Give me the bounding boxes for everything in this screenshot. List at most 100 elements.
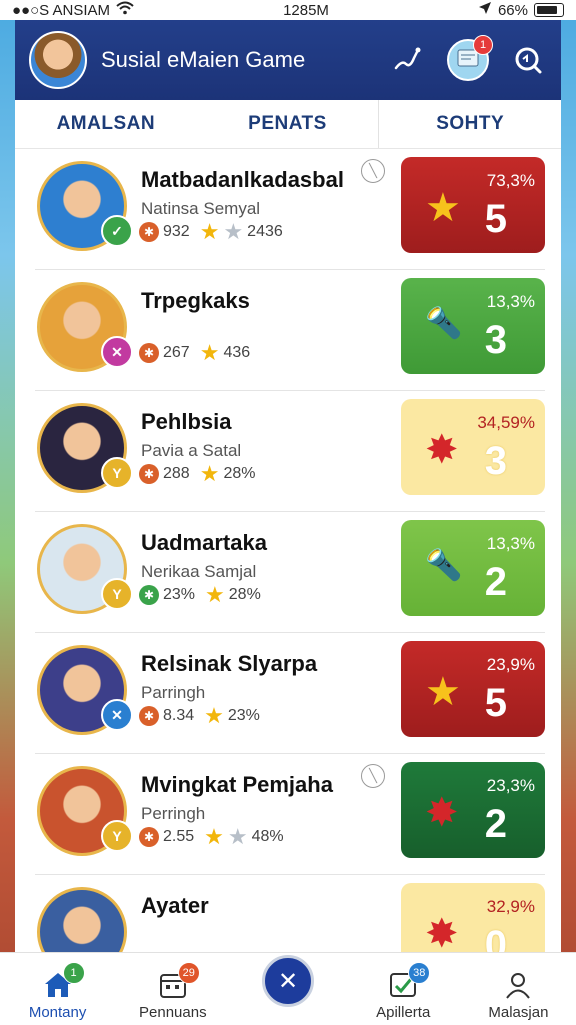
clock: 1285M xyxy=(283,1,329,19)
spike-icon: ✸ xyxy=(425,428,459,472)
player-portrait xyxy=(37,887,127,952)
score-card[interactable]: ✸ 34,59% 3 xyxy=(401,399,545,495)
score-card[interactable]: ★ 23,9% 5 xyxy=(401,641,545,737)
list-item[interactable]: Y Uadmartaka Nerikaa Samjal ✱ 23% ★ 28% 🔦 13,3% 2 xyxy=(35,512,545,633)
search-icon[interactable] xyxy=(509,41,547,79)
player-name: Matbadanlkadasbal xyxy=(141,167,344,192)
tab-sohty[interactable]: SOHTY xyxy=(378,100,561,148)
role-badge-icon: ✕ xyxy=(101,699,133,731)
close-button[interactable]: ✕ xyxy=(230,953,345,1025)
nav-item-pennuans[interactable]: 29 Pennuans xyxy=(115,953,230,1025)
player-stats: ✱ 932 ★ ★ 2436 xyxy=(139,221,283,243)
player-name: Uadmartaka xyxy=(141,530,267,555)
star-icon: ★ xyxy=(425,186,461,230)
nav-item-apillerta[interactable]: 38 Apillerta xyxy=(346,953,461,1025)
list-item[interactable]: ✕ Relsinak Slyarpa Parringh ✱ 8.34 ★ 23% ★ 23,9%… xyxy=(35,633,545,754)
player-stats: ✱ 2.55 ★ ★ 48% xyxy=(139,826,284,848)
attack-icon: ✱ xyxy=(139,343,159,363)
stat-value: 2436 xyxy=(247,223,283,240)
player-stats: ✱ 8.34 ★ 23% xyxy=(139,705,260,727)
nav-label: Apillerta xyxy=(376,1004,431,1021)
role-badge-icon: Y xyxy=(101,578,133,610)
stat-value: 23% xyxy=(163,586,196,603)
score-value: 5 xyxy=(484,197,507,241)
list-item[interactable]: Y Pehlbsia Pavia a Satal ✱ 288 ★ 28% ✸ 34,59% 3 xyxy=(35,391,545,512)
location-icon xyxy=(478,1,492,19)
player-name: Mvingkat Pemjaha xyxy=(141,772,333,797)
attack-icon: ✱ xyxy=(139,222,159,242)
torch-icon: 🔦 xyxy=(425,549,463,582)
score-value: 2 xyxy=(484,802,507,846)
nav-badge: 1 xyxy=(62,962,85,984)
bottom-nav: 1 Montany 29 Pennuans ✕ 38 Apillerta Malasjan xyxy=(0,952,576,1025)
nav-badge: 38 xyxy=(408,962,431,984)
score-percent: 23,9% xyxy=(486,655,535,674)
stat-value: 28% xyxy=(223,465,256,482)
battery-icon xyxy=(533,3,564,17)
list-item[interactable]: ✕ Trpegkaks ✱ 267 ★ 436 🔦 13,3% 3 xyxy=(35,270,545,391)
user-avatar[interactable] xyxy=(29,31,87,89)
star-icon: ★ xyxy=(204,824,224,849)
role-badge-icon: ✓ xyxy=(101,215,133,247)
spike-icon: ✸ xyxy=(425,791,459,835)
score-card[interactable]: 🔦 13,3% 2 xyxy=(401,520,545,616)
stat-value: 436 xyxy=(223,344,251,361)
player-subtitle: Parringh xyxy=(141,683,206,702)
check-icon: 38 xyxy=(386,962,431,1002)
score-value: 3 xyxy=(484,439,507,483)
attack-icon: ✱ xyxy=(139,585,159,605)
close-icon[interactable]: ✕ xyxy=(262,955,314,1007)
torch-icon: 🔦 xyxy=(425,307,463,340)
info-icon[interactable]: ╲ xyxy=(361,159,385,183)
role-badge-icon: Y xyxy=(101,820,133,852)
player-name: Ayater xyxy=(141,893,209,918)
nav-label: Montany xyxy=(28,1004,87,1021)
tab-amalsan[interactable]: AMALSAN xyxy=(15,100,197,148)
player-stats: ✱ 23% ★ 28% xyxy=(139,584,261,606)
score-value: 3 xyxy=(484,318,507,362)
list-item[interactable]: ✓ Matbadanlkadasbal Natinsa Semyal ✱ 932 ★ ★ 24… xyxy=(35,149,545,270)
score-value: 0 xyxy=(484,923,507,952)
star-icon: ★ xyxy=(199,340,220,365)
nav-label: Pennuans xyxy=(139,1004,207,1021)
score-percent: 73,3% xyxy=(486,171,535,190)
score-card[interactable]: ✸ 32,9% 0 xyxy=(401,883,545,952)
attack-icon: ✱ xyxy=(139,706,159,726)
score-card[interactable]: ✸ 23,3% 2 xyxy=(401,762,545,858)
calendar-icon: 29 xyxy=(156,962,200,1002)
stat-value: 23% xyxy=(227,707,260,724)
nav-item-malasjan[interactable]: Malasjan xyxy=(461,953,576,1025)
notification-badge: 1 xyxy=(473,35,493,55)
carrier-text: ●●○S ANSIAM xyxy=(12,1,111,19)
stat-value: 267 xyxy=(163,344,190,361)
score-percent: 23,3% xyxy=(486,776,535,795)
role-badge-icon: ✕ xyxy=(101,336,133,368)
score-value: 5 xyxy=(484,681,507,725)
role-badge-icon: Y xyxy=(101,457,133,489)
star-icon: ★ xyxy=(223,219,244,244)
score-percent: 13,3% xyxy=(486,534,535,553)
attack-icon: ✱ xyxy=(139,827,159,847)
wifi-icon xyxy=(116,1,134,19)
score-card[interactable]: ★ 73,3% 5 xyxy=(401,157,545,253)
player-name: Relsinak Slyarpa xyxy=(141,651,318,676)
stat-value: 288 xyxy=(163,465,190,482)
nav-item-montany[interactable]: 1 Montany xyxy=(0,953,115,1025)
info-icon[interactable]: ╲ xyxy=(361,764,385,788)
nav-badge: 29 xyxy=(177,962,200,984)
attack-icon: ✱ xyxy=(139,464,159,484)
leaderboard-panel: AMALSAN PENATS SOHTY ✓ Matbadanlkadasbal N… xyxy=(15,100,561,952)
wand-icon[interactable] xyxy=(389,41,427,79)
tab-bar: AMALSAN PENATS SOHTY xyxy=(15,100,561,149)
player-subtitle: Pavia a Satal xyxy=(141,441,242,460)
app-title: Susial eMaien Game xyxy=(101,47,306,72)
score-card[interactable]: 🔦 13,3% 3 xyxy=(401,278,545,374)
player-list: ✓ Matbadanlkadasbal Natinsa Semyal ✱ 932 ★ ★ 24… xyxy=(15,149,561,952)
list-item[interactable]: Ayater ✸ 32,9% 0 xyxy=(35,875,545,952)
star-icon: ★ xyxy=(199,461,220,486)
status-bar: ●●○S ANSIAM 1285M 66% xyxy=(0,0,576,20)
tab-penats[interactable]: PENATS xyxy=(197,100,379,148)
notification-button[interactable]: 1 xyxy=(447,35,493,81)
list-item[interactable]: Y Mvingkat Pemjaha Perringh ✱ 2.55 ★ ★ 48% ╲ ✸ 23,… xyxy=(35,754,545,875)
nav-label: Malasjan xyxy=(488,1004,549,1021)
